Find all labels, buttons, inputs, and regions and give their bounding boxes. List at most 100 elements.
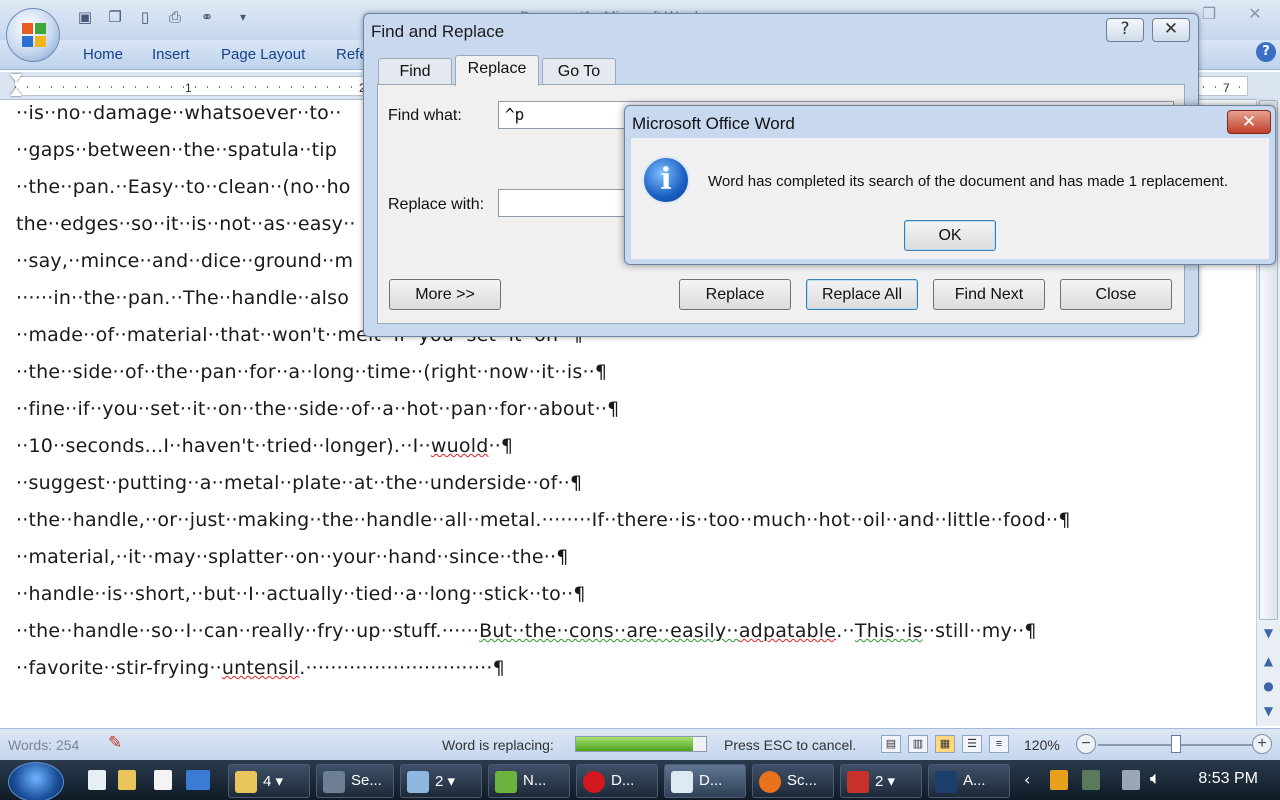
dialog-close-icon[interactable]: ✕ — [1152, 18, 1190, 42]
message-text: Word has completed its search of the doc… — [708, 173, 1229, 190]
taskbar-item[interactable]: N... — [488, 764, 570, 798]
doc-line: ··handle··is··short,··but··I··actually··… — [16, 583, 586, 605]
replace-button[interactable]: Replace — [679, 279, 791, 310]
zoom-in-icon[interactable]: + — [1252, 734, 1272, 754]
next-page-icon[interactable]: ▼ — [1259, 702, 1278, 720]
scroll-down-icon[interactable]: ▼ — [1259, 624, 1278, 642]
replace-progress-bar — [575, 736, 707, 752]
open-icon[interactable]: ❐ — [104, 6, 126, 28]
doc-text: ··the··handle··so··I··can··really··fry··… — [16, 620, 480, 642]
notepad-quick-icon[interactable] — [154, 770, 172, 790]
message-body: i Word has completed its search of the d… — [631, 138, 1269, 259]
doc-text: ··¶ — [488, 435, 514, 457]
zoom-slider-thumb[interactable] — [1171, 735, 1181, 753]
replace-all-button[interactable]: Replace All — [806, 279, 918, 310]
taskbar-item[interactable]: Se... — [316, 764, 394, 798]
tray-app-icon[interactable] — [1082, 770, 1100, 790]
volume-icon[interactable]: 🔈︎ — [1150, 768, 1161, 789]
help-icon[interactable]: ? — [1256, 42, 1276, 62]
doc-line: ··is··no··damage··whatsoever··to·· — [16, 102, 342, 124]
hanging-indent-marker[interactable] — [10, 88, 22, 96]
firefox-icon — [759, 771, 781, 793]
info-icon: i — [642, 156, 690, 204]
doc-line: ··favorite··stir-frying··untensil.······… — [16, 657, 505, 679]
previous-page-icon[interactable]: ▲ — [1259, 652, 1278, 670]
taskbar-item[interactable]: D... — [664, 764, 746, 798]
folder-icon — [235, 771, 257, 793]
browse-object-icon[interactable]: ● — [1259, 677, 1278, 695]
print-layout-view-icon[interactable]: ▤ — [881, 735, 901, 753]
find-binoculars-icon[interactable]: ⚭ — [196, 6, 218, 28]
doc-line: ··the··handle,··or··just··making··the··h… — [16, 509, 1071, 531]
opera-icon — [583, 771, 605, 793]
quick-access-dropdown-icon[interactable]: ▾ — [232, 6, 254, 28]
outline-view-icon[interactable]: ☰ — [962, 735, 982, 753]
restore-icon[interactable]: ❐ — [1196, 4, 1222, 24]
tab-insert[interactable]: Insert — [152, 46, 190, 63]
explorer-icon[interactable] — [118, 770, 136, 790]
taskbar: 4 ▾ Se... 2 ▾ N... D... D... Sc... 2 ▾ A… — [0, 760, 1280, 800]
doc-line: ··gaps··between··the··spatula··tip — [16, 139, 338, 161]
show-desktop-icon[interactable] — [88, 770, 106, 790]
zoom-level[interactable]: 120% — [1024, 737, 1060, 753]
clock[interactable]: 8:53 PM — [1198, 770, 1258, 788]
message-box: Microsoft Office Word ✕ i Word has compl… — [624, 105, 1276, 265]
doc-line: ··material,··it··may··splatter··on··your… — [16, 546, 569, 568]
taskbar-item[interactable]: Sc... — [752, 764, 834, 798]
ok-button[interactable]: OK — [904, 220, 996, 251]
draft-view-icon[interactable]: ≡ — [989, 735, 1009, 753]
save-icon[interactable]: ▣ — [74, 6, 96, 28]
new-doc-icon[interactable]: ▯ — [134, 6, 156, 28]
nvidia-icon — [495, 771, 517, 793]
tab-home[interactable]: Home — [83, 46, 123, 63]
doc-text: .·· — [836, 620, 855, 642]
view-ruler-toggle[interactable] — [1256, 72, 1280, 100]
doc-text: .······························¶ — [299, 657, 505, 679]
web-layout-icon[interactable]: ▦ — [935, 735, 955, 753]
proofing-icon[interactable]: ✎ — [108, 733, 122, 753]
tray-k-icon[interactable] — [1050, 770, 1068, 790]
misspelled-word[interactable]: wuold — [431, 435, 489, 457]
doc-line: ··suggest··putting··a··metal··plate··at·… — [16, 472, 583, 494]
doc-text: ··10··seconds...I··haven't··tried··longe… — [16, 435, 431, 457]
progress-fill — [576, 737, 693, 751]
tab-goto[interactable]: Go To — [542, 58, 616, 86]
network-icon[interactable] — [1122, 770, 1140, 790]
zoom-out-icon[interactable]: − — [1076, 734, 1096, 754]
screen-icon[interactable] — [186, 770, 210, 790]
doc-text: ··favorite··stir-frying·· — [16, 657, 222, 679]
taskbar-item[interactable]: 4 ▾ — [228, 764, 310, 798]
doc-line: ··say,··mince··and··dice··ground··m — [16, 250, 354, 272]
find-next-button[interactable]: Find Next — [933, 279, 1045, 310]
tray-expand-icon[interactable]: ‹ — [1024, 770, 1030, 789]
taskbar-item[interactable]: A... — [928, 764, 1010, 798]
word-window: ▣ ❐ ▯ ⎙ ⚭ ▾ Document1 - Microsoft Word ❐… — [0, 0, 1280, 800]
message-title: Microsoft Office Word — [632, 114, 795, 133]
taskbar-item[interactable]: D... — [576, 764, 658, 798]
dialog-help-button[interactable]: ? — [1106, 18, 1144, 42]
grammar-flag[interactable]: This··is — [855, 620, 923, 642]
taskbar-item[interactable]: 2 ▾ — [840, 764, 922, 798]
window-close-icon[interactable]: ✕ — [1242, 4, 1268, 24]
misspelled-word[interactable]: adpatable — [739, 620, 836, 642]
more-button[interactable]: More >> — [389, 279, 501, 310]
tab-replace[interactable]: Replace — [455, 55, 539, 86]
taskbar-item[interactable]: 2 ▾ — [400, 764, 482, 798]
full-screen-reading-icon[interactable]: ▥ — [908, 735, 928, 753]
start-button[interactable] — [8, 762, 64, 800]
photoshop-icon — [935, 771, 957, 793]
message-close-icon[interactable]: ✕ — [1227, 110, 1271, 134]
doc-text: ··still··my··¶ — [922, 620, 1037, 642]
grammar-flag[interactable]: But··the··cons··are··easily·· — [479, 620, 739, 642]
print-icon[interactable]: ⎙ — [164, 6, 186, 28]
close-button[interactable]: Close — [1060, 279, 1172, 310]
misspelled-word[interactable]: untensil — [222, 657, 299, 679]
doc-line: ······in··the··pan.··The··handle··also — [16, 287, 350, 309]
find-what-label: Find what: — [388, 107, 462, 124]
tab-find[interactable]: Find — [378, 58, 452, 86]
first-line-indent-marker[interactable] — [10, 74, 22, 82]
doc-line: ··the··pan.··Easy··to··clean··(no··ho — [16, 176, 351, 198]
office-button[interactable] — [6, 8, 60, 62]
tab-page-layout[interactable]: Page Layout — [221, 46, 305, 63]
word-count[interactable]: Words: 254 — [8, 737, 79, 753]
